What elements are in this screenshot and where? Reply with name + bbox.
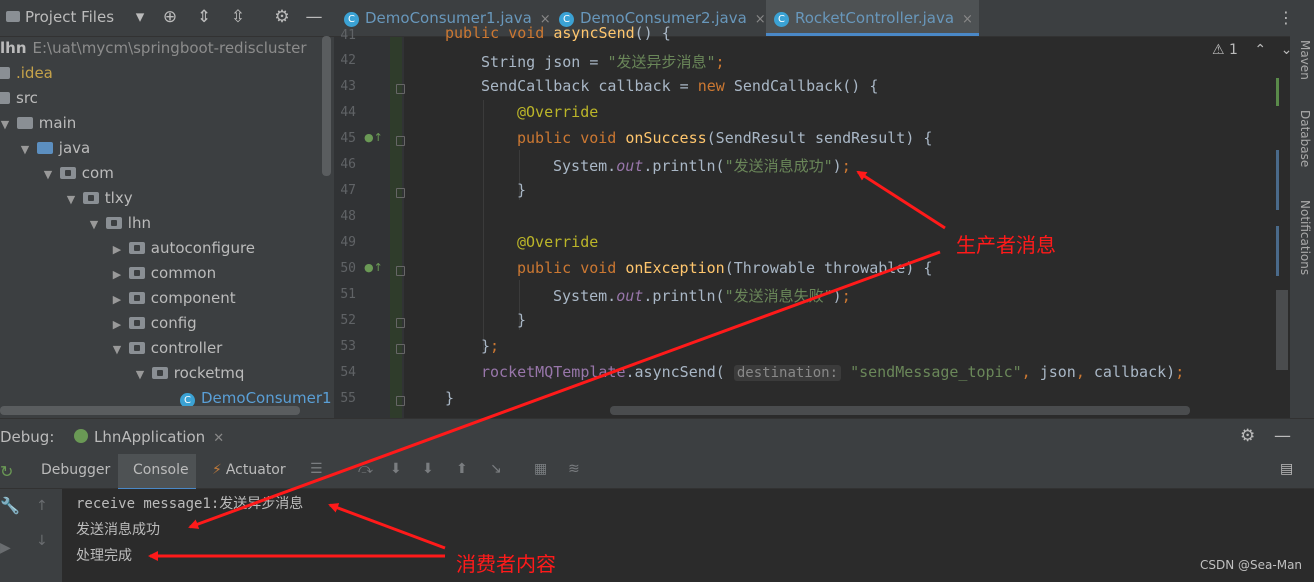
annotation-arrows: [148, 170, 946, 561]
arrow-to-console-success: [188, 250, 941, 529]
consumer-annotation: 消费者内容: [456, 552, 556, 576]
arrow-to-success-print: [856, 170, 946, 230]
producer-annotation: 生产者消息: [956, 233, 1056, 257]
arrow-to-receive-line: [328, 503, 446, 550]
watermark: CSDN @Sea-Man: [1200, 558, 1303, 572]
